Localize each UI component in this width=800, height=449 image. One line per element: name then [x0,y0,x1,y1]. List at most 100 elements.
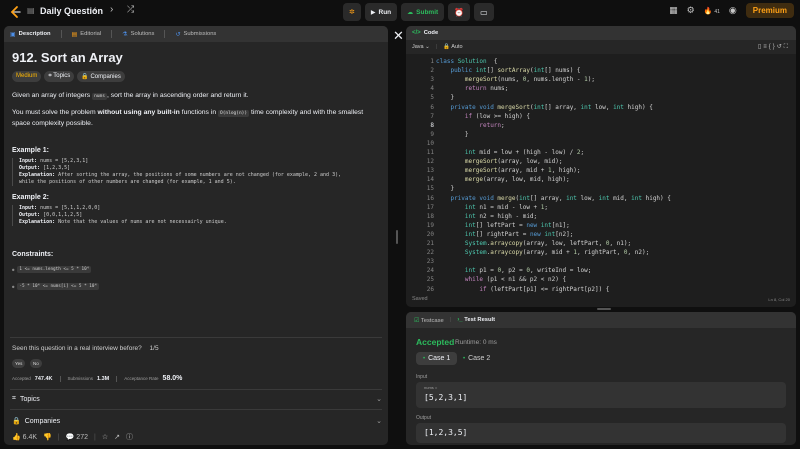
horizontal-resize-handle[interactable] [597,308,611,310]
layout-grid-icon[interactable]: ▦ [669,5,678,16]
code-line[interactable]: if (leftPart[p1] <= rightPart[p2]) { [436,286,609,293]
tab-editorial[interactable]: ▤ Editorial [72,31,102,38]
autocomplete-toggle[interactable]: 🔒 Auto [443,44,462,50]
tab-description[interactable]: ▣ Description [10,31,51,38]
leetcode-logo-icon[interactable] [8,5,22,19]
tab-submissions[interactable]: ↺ Submissions [175,31,216,38]
calendar-icon[interactable]: ▤ [27,6,35,15]
avatar[interactable]: ◉ [729,5,737,16]
line-number: 7 [430,112,434,120]
shuffle-icon[interactable]: ⤮ [127,4,134,15]
companies-badge[interactable]: 🔒 Companies [77,71,125,82]
line-number: 5 [430,94,434,102]
code-token: (array, mid + [522,249,574,257]
code-line[interactable]: private void merge(int[] array, int low,… [436,194,670,202]
code-line[interactable]: return; [436,122,504,129]
code-token: merge [497,194,516,202]
comments-button[interactable]: 💬 272 [66,433,88,441]
code-line[interactable]: int[] leftPart = new int[n1]; [436,222,570,229]
star-icon[interactable]: ☆ [102,433,108,441]
tab-testcase[interactable]: ☑ Testcase [414,317,444,324]
braces-icon[interactable]: {} [769,44,777,50]
problem-title[interactable]: 912. Sort an Array [12,50,380,65]
code-line[interactable]: int p1 = 0, p2 = 0, writeInd = low; [436,267,592,275]
code-token: } [436,130,469,138]
tab-solutions[interactable]: ⚗ Solutions [122,31,154,38]
constraint-item: ● 1 <= nums.length <= 5 * 10⁴ [12,266,380,273]
yes-button[interactable]: Yes [12,359,26,368]
code-line[interactable]: mergeSort(array, mid + 1, high); [436,167,581,174]
code-line[interactable]: System.arraycopy(array, mid + 1, rightPa… [436,249,649,256]
settings-gear-icon[interactable]: ⚙ [687,5,695,16]
debug-button[interactable]: ✲ [343,3,361,21]
code-line[interactable]: if (low >= high) { [436,113,530,120]
fullscreen-icon[interactable]: ⛶ [784,44,790,50]
code-line[interactable]: System.arraycopy(array, low, leftPart, 0… [436,240,631,247]
run-button[interactable]: ▶ Run [364,3,398,21]
close-icon[interactable]: ✕ [393,28,404,44]
premium-button[interactable]: Premium [745,3,794,18]
stats-divider [59,375,61,382]
help-icon[interactable]: ⓘ [126,432,133,442]
share-icon[interactable]: ↗ [114,433,120,441]
companies-accordion[interactable]: 🔒 Companies ⌄ [12,417,382,426]
like-button[interactable]: 👍 6.4K [12,433,37,441]
submit-button[interactable]: ☁ Submit [401,3,445,21]
code-line[interactable]: } [436,94,454,101]
case-2-tab[interactable]: • Case 2 [456,352,497,365]
code-token: int [631,194,642,202]
code-token: arraycopy [490,240,523,247]
code-token: [] array, [529,194,567,202]
code-token: class [436,58,458,65]
timer-button[interactable]: ⏰ [448,3,471,21]
code-line[interactable]: } [436,131,469,138]
code-line[interactable]: int n2 = high - mid; [436,213,537,220]
language-select[interactable]: Java ⌄ [412,44,430,50]
problem-badges: Medium ⌗ Topics 🔒 Companies [12,71,380,82]
code-line[interactable]: int n1 = mid - low + 1; [436,204,548,211]
code-line[interactable]: int[] rightPart = new int[n2]; [436,231,573,238]
dislike-icon[interactable]: 👎 [43,433,52,441]
notes-button[interactable]: ▭ [474,3,494,21]
output-value: [1,2,3,5] [424,428,468,437]
example-label: Input: [19,205,38,211]
code-line[interactable]: class Solution { [436,58,497,65]
tab-divider: | [449,317,452,323]
resize-grip[interactable] [396,230,398,244]
code-token: ; [580,149,585,156]
code-line[interactable]: while (p1 < n1 && p2 < n2) { [436,276,566,283]
code-line[interactable]: int mid = low + (high - low) / 2; [436,149,584,156]
reset-icon[interactable]: ↺ [777,44,784,50]
code-line[interactable]: } [436,185,454,192]
code-line[interactable]: private void mergeSort(int[] array, int … [436,104,652,111]
example-2-block: Input: nums = [5,1,1,2,0,0] Output: [0,0… [12,205,380,226]
next-question-icon[interactable]: › [110,4,113,15]
prev-question-icon[interactable]: ‹ [93,4,96,15]
code-line[interactable]: mergeSort(nums, 0, nums.length - 1); [436,76,595,83]
code-line[interactable]: public int[] sortArray(int[] nums) { [436,67,580,74]
code-line[interactable]: return nums; [436,85,508,92]
topics-badge[interactable]: ⌗ Topics [44,71,75,82]
code-area[interactable]: 1 class Solution {2 public int[] sortArra… [406,56,796,307]
topics-accordion[interactable]: ⌗ Topics ⌄ [12,395,382,403]
code-token: p1 = [475,267,498,275]
document-icon: ▣ [10,31,16,38]
code-token: n1 = mid - low + [475,203,541,211]
code-line[interactable]: merge(array, low, mid, high); [436,176,570,183]
line-number: 4 [430,85,434,93]
case-1-tab[interactable]: • Case 1 [416,352,458,365]
vertical-resize-handle[interactable] [391,50,403,445]
no-button[interactable]: No [30,359,42,368]
tab-test-result[interactable]: ›_ Test Result [457,317,495,323]
code-token: } [436,185,455,193]
code-line[interactable]: mergeSort(array, low, mid); [436,158,563,166]
code-token: mid = low + (high - low) / [475,149,577,156]
streak-fire-icon[interactable]: 🔥 41 [704,7,720,15]
code-token: ); [587,76,595,84]
constraint-text: -5 * 10⁴ <= nums[i] <= 5 * 10⁴ [17,283,100,290]
code-token: mergeSort [464,158,498,166]
code-tab[interactable]: </> Code [406,26,796,40]
